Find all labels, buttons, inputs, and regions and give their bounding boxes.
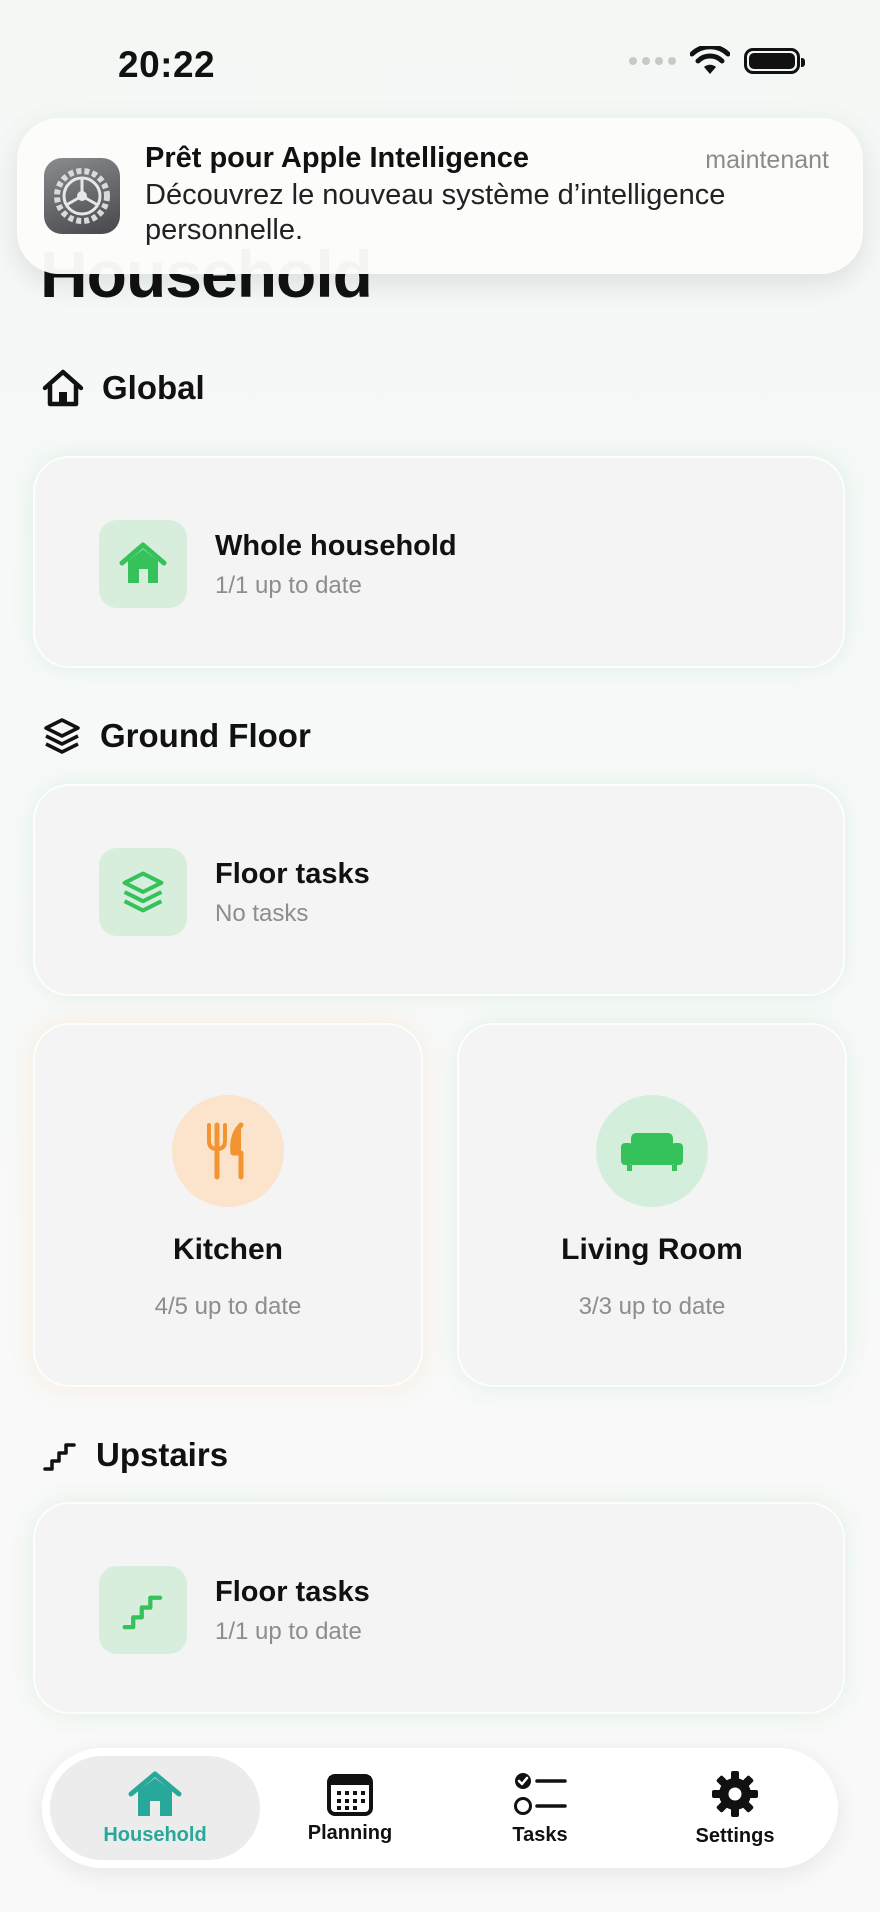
notification-title: Prêt pour Apple Intelligence (145, 142, 530, 174)
sofa-icon (596, 1095, 708, 1207)
section-label-upstairs: Upstairs (96, 1436, 229, 1473)
tab-label: Tasks (512, 1823, 568, 1846)
notification-banner[interactable]: Prêt pour Apple Intelligence maintenant … (17, 118, 863, 274)
tab-planning[interactable]: Planning (260, 1748, 440, 1868)
room-card-living-room[interactable]: Living Room 3/3 up to date (457, 1023, 847, 1387)
status-time: 20:22 (118, 44, 216, 85)
tab-household[interactable]: Household (50, 1748, 260, 1868)
section-label-ground-floor: Ground Floor (100, 717, 311, 754)
status-icons (629, 46, 805, 76)
ground-floor-tasks-card[interactable]: Floor tasks No tasks (33, 784, 845, 996)
card-subtitle: 1/1 up to date (215, 572, 362, 599)
house-icon (99, 520, 187, 608)
tab-settings[interactable]: Settings (640, 1748, 830, 1868)
room-name: Living Room (561, 1233, 743, 1266)
tab-label: Settings (695, 1824, 775, 1847)
tab-tasks[interactable]: Tasks (450, 1748, 630, 1868)
stairs-icon (99, 1566, 187, 1654)
calendar-icon (327, 1773, 373, 1816)
battery-icon (744, 48, 805, 74)
section-header-upstairs: Upstairs (42, 1436, 228, 1474)
whole-household-card[interactable]: Whole household 1/1 up to date (33, 456, 845, 668)
section-header-ground-floor: Ground Floor (42, 716, 311, 756)
checklist-icon (514, 1772, 567, 1815)
room-status: 3/3 up to date (578, 1293, 726, 1320)
upstairs-floor-tasks-card[interactable]: Floor tasks 1/1 up to date (33, 1502, 845, 1714)
section-header-global: Global (42, 368, 205, 408)
room-name: Kitchen (172, 1233, 283, 1266)
card-title: Floor tasks (215, 1576, 370, 1608)
gear-icon (712, 1770, 758, 1817)
house-icon (42, 369, 84, 407)
layers-icon (99, 848, 187, 936)
card-title: Whole household (215, 530, 457, 562)
notification-time: maintenant (705, 146, 829, 174)
card-subtitle: No tasks (215, 900, 309, 927)
cellular-signal-icon (629, 57, 676, 65)
tab-label: Household (103, 1823, 207, 1846)
card-subtitle: 1/1 up to date (215, 1618, 362, 1645)
wifi-icon (690, 46, 730, 74)
layers-icon (44, 718, 80, 754)
tab-label: Planning (307, 1821, 393, 1844)
stairs-icon (43, 1443, 76, 1471)
card-title: Floor tasks (215, 858, 370, 890)
fork-knife-icon (172, 1095, 284, 1207)
tab-bar: Household Planning Tasks Settings (42, 1748, 838, 1868)
house-icon (128, 1771, 182, 1816)
room-card-kitchen[interactable]: Kitchen 4/5 up to date (33, 1023, 423, 1387)
section-label-global: Global (102, 369, 205, 406)
settings-gear-icon (44, 158, 120, 234)
room-status: 4/5 up to date (154, 1293, 302, 1320)
notification-body: Découvrez le nouveau système d’intellige… (145, 179, 726, 246)
